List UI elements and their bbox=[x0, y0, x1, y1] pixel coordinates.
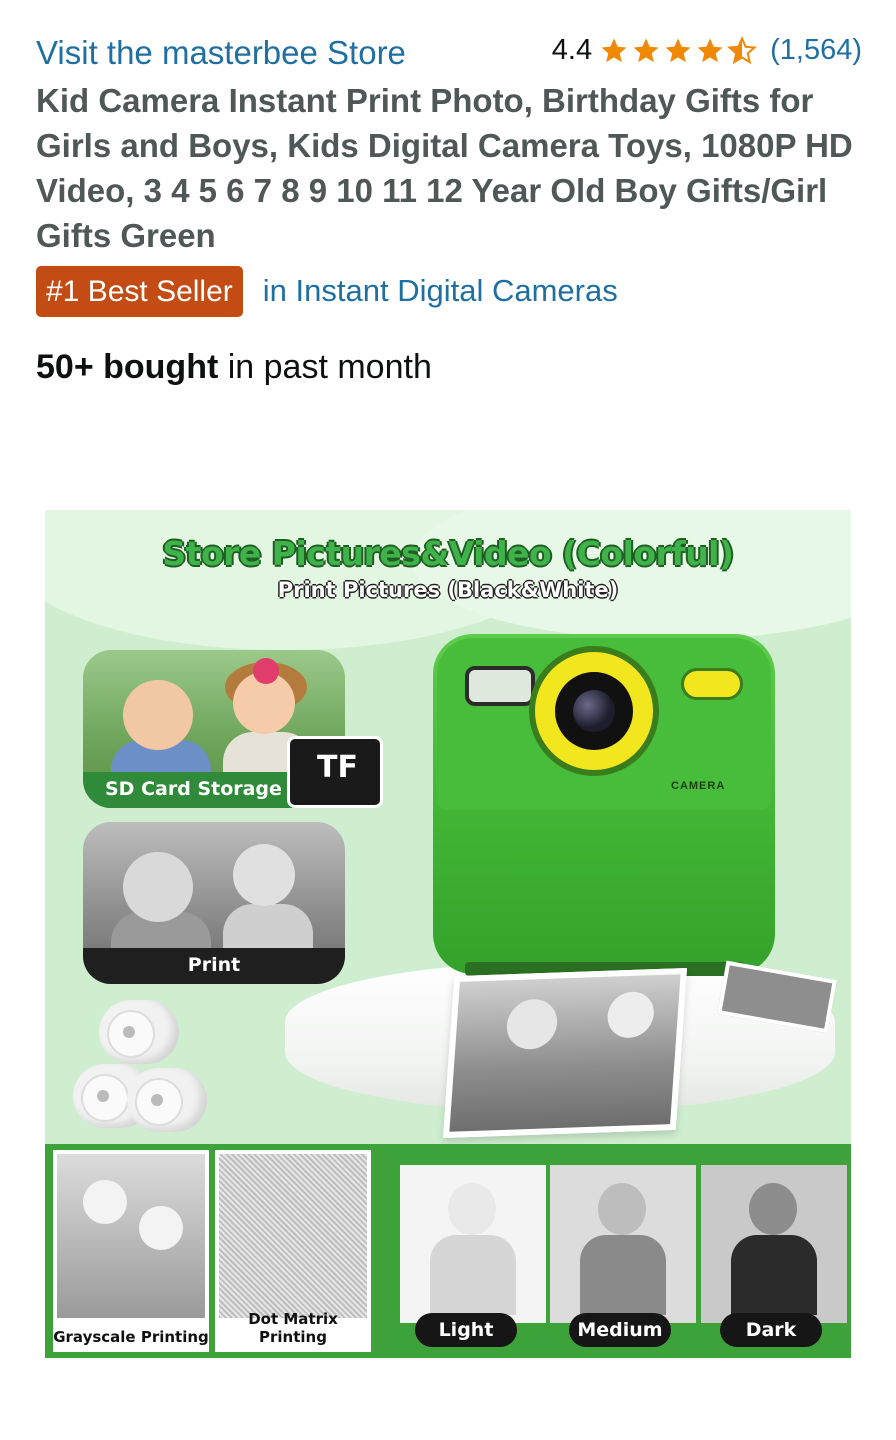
product-title: Kid Camera Instant Print Photo, Birthday… bbox=[36, 82, 853, 254]
image-headline: Store Pictures&Video (Colorful) bbox=[162, 534, 734, 573]
sd-card-storage-label: SD Card Storage bbox=[105, 778, 282, 800]
light-shade-tile bbox=[400, 1165, 546, 1323]
product-image[interactable]: Store Pictures&Video (Colorful) Print Pi… bbox=[45, 510, 851, 1358]
bought-suffix: in past month bbox=[218, 348, 432, 386]
rating-count-link[interactable]: (1,564) bbox=[770, 34, 862, 67]
best-seller-row: #1 Best Seller in Instant Digital Camera… bbox=[36, 265, 618, 317]
rating-value: 4.4 bbox=[551, 34, 593, 66]
light-label: Light bbox=[415, 1313, 517, 1347]
dot-matrix-tile: Dot Matrix Printing bbox=[215, 1150, 371, 1352]
grayscale-printing-label: Grayscale Printing bbox=[53, 1328, 209, 1346]
dark-shade-tile bbox=[701, 1165, 847, 1323]
paper-roll-icon bbox=[127, 1068, 207, 1132]
star-full-icon bbox=[601, 38, 627, 62]
rating-summary[interactable]: 4.4 (1,564) bbox=[552, 34, 862, 67]
paper-roll-icon bbox=[99, 1000, 179, 1064]
lens-glass bbox=[573, 690, 615, 732]
star-full-icon bbox=[633, 38, 659, 62]
star-full-icon bbox=[697, 38, 723, 62]
bought-in-past-month: 50+ bought in past month bbox=[36, 348, 432, 387]
tf-card-label: TF bbox=[317, 750, 358, 785]
print-label: Print bbox=[187, 954, 241, 976]
grayscale-tile: Grayscale Printing bbox=[53, 1150, 209, 1352]
image-subline: Print Pictures (Black&White) bbox=[277, 578, 619, 602]
camera-brand-text: CAMERA bbox=[671, 780, 726, 792]
medium-label: Medium bbox=[569, 1313, 671, 1347]
rating-stars bbox=[598, 35, 758, 66]
star-half-icon bbox=[727, 35, 758, 64]
best-seller-badge: #1 Best Seller bbox=[36, 265, 243, 317]
flash-icon bbox=[465, 666, 535, 706]
star-full-icon bbox=[665, 38, 691, 62]
dark-label: Dark bbox=[720, 1313, 822, 1347]
store-rating-row: Visit the masterbee Store 4.4 (1,564) bbox=[36, 32, 862, 76]
medium-shade-tile bbox=[550, 1165, 696, 1323]
speaker-icon bbox=[681, 668, 743, 700]
bought-count: 50+ bought bbox=[36, 348, 219, 386]
visit-store-link[interactable]: Visit the masterbee Store bbox=[36, 34, 406, 72]
best-seller-category-link[interactable]: in Instant Digital Cameras bbox=[263, 273, 618, 309]
dot-matrix-printing-label: Dot Matrix Printing bbox=[248, 1310, 338, 1346]
printed-photo bbox=[442, 968, 688, 1138]
